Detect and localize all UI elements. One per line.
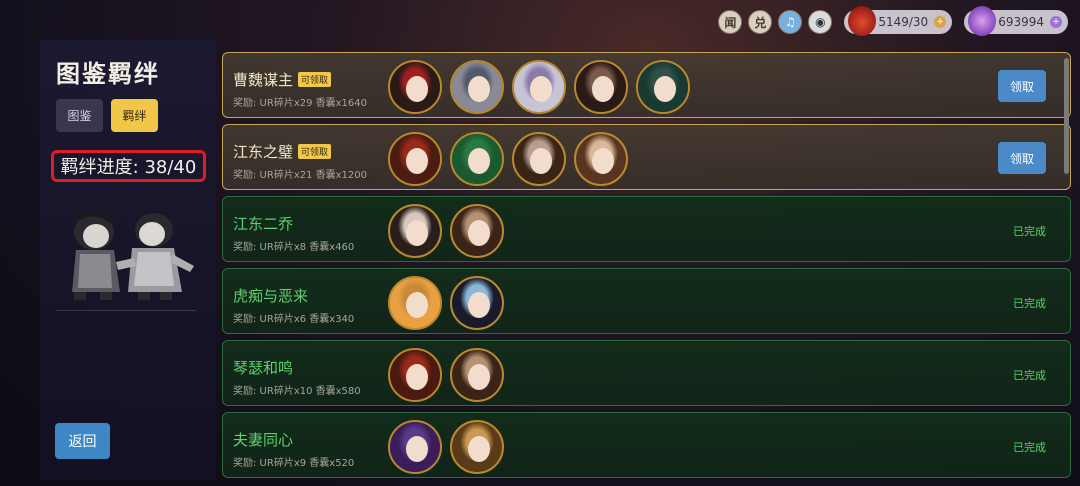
bond-reward: 奖励: UR碎片x6 香囊x340 [233, 314, 355, 325]
bond-name: 江东之璧 [233, 143, 294, 161]
add-stamina-button[interactable]: + [934, 16, 947, 28]
bond-title: 琴瑟和鸣 [233, 357, 293, 378]
bond-list[interactable]: 曹魏谋主 可领取 奖励: UR碎片x29 香囊x1640 领取 江东之璧 可领取 奖励: U… [222, 52, 1071, 486]
avatar-group [388, 420, 504, 474]
claimable-badge: 可领取 [298, 144, 332, 159]
bond-title: 江东二乔 [233, 213, 293, 234]
completed-label: 已完成 [1013, 369, 1046, 382]
character-avatar[interactable] [574, 60, 628, 114]
character-avatar[interactable] [388, 276, 442, 330]
character-avatar[interactable] [450, 204, 504, 258]
character-avatar[interactable] [512, 132, 566, 186]
page-title: 图鉴羁绊 [56, 60, 160, 88]
character-avatar[interactable] [388, 420, 442, 474]
sidebar: 图鉴羁绊 图鉴 羁绊 羁绊进度: 38/40 返回 [40, 40, 216, 480]
completed-label: 已完成 [1013, 441, 1046, 454]
eye-icon: ◉ [815, 15, 826, 29]
bond-reward: 奖励: UR碎片x29 香囊x1640 [233, 98, 368, 109]
bond-row: 江东之璧 可领取奖励: UR碎片x21 香囊x1200 领取 [222, 124, 1071, 190]
add-gem-button[interactable]: + [1050, 16, 1062, 28]
character-avatar[interactable] [636, 60, 690, 114]
eye-button[interactable]: ◉ [808, 10, 833, 34]
claimable-badge: 可领取 [298, 72, 332, 87]
character-avatar[interactable] [512, 60, 566, 114]
gem-bag-icon [968, 6, 997, 36]
bond-title: 江东之璧 可领取 [233, 141, 332, 162]
divider [56, 310, 196, 311]
character-avatar[interactable] [574, 132, 628, 186]
gem-counter: 693994 + [964, 6, 1068, 36]
music-button[interactable]: ♫ [778, 10, 803, 34]
avatar-group [388, 204, 504, 258]
top-bar: 闻 兑 ♫ ◉ 5149/30 + 693994 + [718, 6, 1068, 36]
exchange-icon: 兑 [754, 15, 767, 30]
chibi-characters-illustration [72, 210, 194, 300]
bond-title: 曹魏谋主 可领取 [233, 69, 332, 90]
completed-label: 已完成 [1013, 225, 1046, 238]
bond-reward: 奖励: UR碎片x10 香囊x580 [233, 386, 361, 397]
bond-name: 虎痴与恶来 [233, 287, 309, 305]
claim-button[interactable]: 领取 [998, 70, 1046, 102]
stamina-counter: 5149/30 + [844, 6, 953, 36]
character-avatar[interactable] [450, 276, 504, 330]
music-icon: ♫ [784, 15, 796, 29]
scrollbar[interactable] [1064, 58, 1069, 174]
gem-value: 693994 [998, 15, 1044, 29]
bond-title: 虎痴与恶来 [233, 285, 308, 306]
stamina-value: 5149/30 [878, 15, 929, 29]
claim-button[interactable]: 领取 [998, 142, 1046, 174]
character-avatar[interactable] [450, 132, 504, 186]
exchange-button[interactable]: 兑 [748, 10, 773, 34]
character-avatar[interactable] [388, 60, 442, 114]
bond-reward: 奖励: UR碎片x9 香囊x520 [233, 458, 355, 469]
bond-row: 虎痴与恶来奖励: UR碎片x6 香囊x340 已完成 [222, 268, 1071, 334]
character-avatar[interactable] [450, 60, 504, 114]
pouch-icon [848, 6, 877, 36]
bond-name: 曹魏谋主 [233, 71, 294, 89]
avatar-group [388, 132, 628, 186]
bond-reward: 奖励: UR碎片x8 香囊x460 [233, 242, 355, 253]
completed-label: 已完成 [1013, 297, 1046, 310]
bond-name: 江东二乔 [233, 215, 294, 233]
bond-reward: 奖励: UR碎片x21 香囊x1200 [233, 170, 368, 181]
wen-button[interactable]: 闻 [718, 10, 743, 34]
character-avatar[interactable] [388, 132, 442, 186]
back-button[interactable]: 返回 [55, 423, 110, 459]
tab-codex[interactable]: 图鉴 [56, 99, 103, 132]
tab-bonds[interactable]: 羁绊 [111, 99, 158, 132]
wen-icon: 闻 [724, 15, 737, 30]
bond-title: 夫妻同心 [233, 429, 293, 450]
bond-name: 琴瑟和鸣 [233, 359, 294, 377]
bond-name: 夫妻同心 [233, 431, 294, 449]
avatar-group [388, 348, 504, 402]
character-avatar[interactable] [388, 204, 442, 258]
bond-row: 夫妻同心奖励: UR碎片x9 香囊x520 已完成 [222, 412, 1071, 478]
bond-progress: 羁绊进度: 38/40 [51, 150, 206, 182]
avatar-group [388, 276, 504, 330]
bond-row: 曹魏谋主 可领取奖励: UR碎片x29 香囊x1640 领取 [222, 52, 1071, 118]
bond-row: 江东二乔奖励: UR碎片x8 香囊x460 已完成 [222, 196, 1071, 262]
character-avatar[interactable] [388, 348, 442, 402]
bond-row: 琴瑟和鸣奖励: UR碎片x10 香囊x580 已完成 [222, 340, 1071, 406]
character-avatar[interactable] [450, 420, 504, 474]
avatar-group [388, 60, 690, 114]
character-avatar[interactable] [450, 348, 504, 402]
